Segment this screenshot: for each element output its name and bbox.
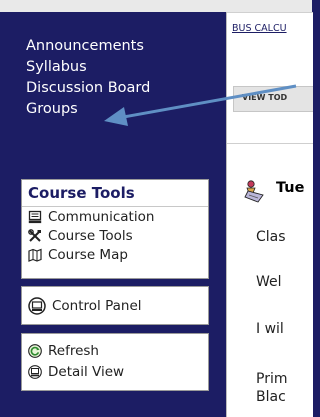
monitor-icon <box>28 210 42 223</box>
detail-view-label: Detail View <box>48 363 125 380</box>
refresh-link[interactable]: Refresh <box>22 340 208 361</box>
announcement-heading: Tue <box>276 180 305 196</box>
detail-view-link[interactable]: Detail View <box>22 361 208 382</box>
main-content: BUS CALCU VIEW TOD Tue Clas Wel I wil Pr… <box>226 12 313 417</box>
nav-item-discussion-board[interactable]: Discussion Board <box>26 78 150 99</box>
nav-item-announcements[interactable]: Announcements <box>26 36 150 57</box>
view-toggle-label: VIEW TOD <box>242 93 288 102</box>
tool-course-tools[interactable]: Course Tools <box>22 226 208 245</box>
view-toggle-bar[interactable]: VIEW TOD <box>233 86 313 112</box>
announcement-line: Prim <box>256 371 288 387</box>
course-tools-title: Course Tools <box>22 180 208 207</box>
map-icon <box>28 248 42 262</box>
tools-icon <box>28 228 41 242</box>
announcement-line: Wel <box>256 274 282 290</box>
tool-communication[interactable]: Communication <box>22 207 208 226</box>
control-panel-label: Control Panel <box>52 297 142 314</box>
tool-course-tools-label: Course Tools <box>48 227 133 244</box>
nav-item-groups[interactable]: Groups <box>26 99 150 120</box>
control-panel-icon <box>28 296 46 315</box>
announcement-line: Blac <box>256 389 286 405</box>
announcement-line: Clas <box>256 229 286 245</box>
announcement-line: I wil <box>256 321 284 337</box>
top-bar <box>0 0 312 12</box>
control-panel-link[interactable]: Control Panel <box>22 287 208 324</box>
course-tools-panel: Course Tools Communication Course Tools … <box>21 179 209 279</box>
content-divider <box>227 143 313 144</box>
announcement-icon <box>244 180 264 203</box>
breadcrumb[interactable]: BUS CALCU <box>232 23 287 34</box>
refresh-icon <box>28 343 42 358</box>
course-nav: Announcements Syllabus Discussion Board … <box>26 36 150 120</box>
refresh-label: Refresh <box>48 342 99 359</box>
nav-item-syllabus[interactable]: Syllabus <box>26 57 150 78</box>
control-panel-box: Control Panel <box>21 286 209 325</box>
tool-course-map-label: Course Map <box>48 246 128 263</box>
tool-communication-label: Communication <box>48 208 155 225</box>
tool-course-map[interactable]: Course Map <box>22 245 208 264</box>
utilities-box: Refresh Detail View <box>21 333 209 391</box>
detail-view-icon <box>28 364 42 379</box>
